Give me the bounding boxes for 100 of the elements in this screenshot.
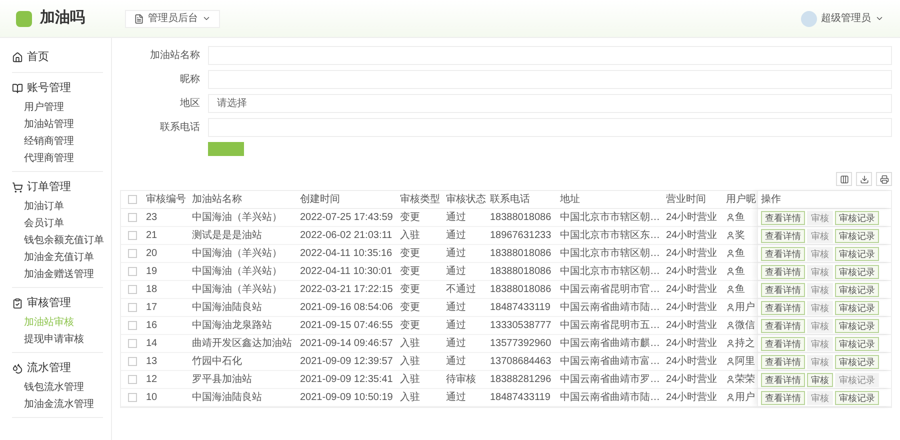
action-button[interactable]: 查看详情 <box>761 246 805 260</box>
action-button[interactable]: 审核记录 <box>835 354 879 368</box>
action-button[interactable]: 审核 <box>807 372 833 386</box>
print-button[interactable] <box>876 172 892 186</box>
table-cell-text: 变更 <box>400 246 420 261</box>
column-header: 操作 <box>757 191 891 208</box>
table-cell-text: 24小时营业 <box>666 336 718 351</box>
table-cell-text: 罗平县加油站 <box>192 372 252 387</box>
column-header: 审核编号 <box>145 192 187 207</box>
search-button[interactable] <box>208 142 244 156</box>
sidebar-item[interactable]: 加油订单 <box>24 198 64 215</box>
table-cell-text: 荣荣 <box>735 372 755 387</box>
checkbox[interactable] <box>128 303 136 312</box>
download-icon <box>860 174 868 184</box>
table-cell-text: 中国云南省曲靖市麒… <box>560 336 660 351</box>
table-cell-text: 18487433119 <box>490 391 550 405</box>
sidebar-item[interactable]: 经销商管理 <box>24 133 74 150</box>
checkbox[interactable] <box>128 285 136 294</box>
table-cell-text: 中国云南省曲靖市陆… <box>560 300 660 315</box>
sidebar-section[interactable]: 订单管理 <box>12 176 103 198</box>
checkbox[interactable] <box>128 393 136 402</box>
action-button[interactable]: 查看详情 <box>761 282 805 296</box>
checkbox[interactable] <box>128 321 136 330</box>
action-button[interactable]: 审核记录 <box>835 336 879 350</box>
sidebar-item[interactable]: 加油金充值订单 <box>24 249 94 266</box>
caret-icon[interactable] <box>875 14 884 23</box>
action-button[interactable]: 审核记录 <box>835 318 879 332</box>
action-button[interactable]: 查看详情 <box>761 336 805 350</box>
sidebar-item[interactable]: 钱包余额充值订单 <box>24 232 104 249</box>
table-cell-text: 2022-06-02 21:03:11 <box>300 229 392 243</box>
table-cell-text: 通过 <box>446 336 466 351</box>
table-cell-text: 18388018086 <box>490 265 552 279</box>
checkbox[interactable] <box>128 375 136 384</box>
table-cell-text: 2022-04-11 10:30:01 <box>300 265 392 279</box>
user-icon <box>726 357 735 366</box>
sidebar-section[interactable]: 首页 <box>12 46 103 68</box>
sidebar-section[interactable]: 审核管理 <box>12 292 103 314</box>
table-cell-text: 2022-03-21 17:22:15 <box>300 283 393 297</box>
action-button[interactable]: 查看详情 <box>761 390 805 404</box>
checkbox[interactable] <box>128 249 136 258</box>
checkbox[interactable] <box>128 195 136 204</box>
table-cell-text: 竹园中石化 <box>192 354 242 369</box>
sidebar-item[interactable]: 会员订单 <box>24 215 64 232</box>
action-button[interactable]: 查看详情 <box>761 228 805 242</box>
sidebar-item[interactable]: 用户管理 <box>24 99 64 116</box>
table-cell-text: 2021-09-15 07:46:55 <box>300 319 393 333</box>
action-button[interactable]: 查看详情 <box>761 354 805 368</box>
table-cell-text: 18388018086 <box>490 247 552 261</box>
action-button[interactable]: 审核记录 <box>835 264 879 278</box>
action-button[interactable]: 审核记录 <box>835 228 879 242</box>
sidebar-item[interactable]: 加油金赠送管理 <box>24 266 94 283</box>
table-cell-text: 16 <box>146 319 158 333</box>
user-icon <box>726 285 735 294</box>
table-cell-text: 中国云南省曲靖市罗… <box>560 372 660 387</box>
table-cell-text: 通过 <box>446 318 466 333</box>
checkbox[interactable] <box>128 231 136 240</box>
table-cell-text: 13708684463 <box>490 355 552 369</box>
table-cell-text: 用户 <box>735 300 755 315</box>
sidebar-section[interactable]: 账号管理 <box>12 77 103 99</box>
table-cell-text: 10 <box>146 391 158 405</box>
user-name[interactable]: 超级管理员 <box>821 11 871 26</box>
table-cell-text: 24小时营业 <box>666 246 718 261</box>
input-field[interactable]: 请选择 <box>208 94 892 113</box>
column-header: 创建时间 <box>299 192 341 207</box>
action-button[interactable]: 审核记录 <box>835 282 879 296</box>
checkbox[interactable] <box>128 267 136 276</box>
sidebar-item[interactable]: 代理商管理 <box>24 150 74 167</box>
table-cell-text: 中国云南省昆明市五… <box>560 318 660 333</box>
action-button[interactable]: 审核记录 <box>835 246 879 260</box>
column-header: 加油站名称 <box>191 192 243 207</box>
table-cell-text: 2021-09-16 08:54:06 <box>300 301 393 315</box>
table-cell-text: 18388018086 <box>490 211 552 225</box>
action-button[interactable]: 审核记录 <box>835 390 879 404</box>
table-cell-text: 不通过 <box>446 282 476 297</box>
table-cell-text: 奖 <box>735 229 745 243</box>
sidebar-section[interactable]: 流水管理 <box>12 357 103 379</box>
table-cell-text: 18 <box>146 283 158 297</box>
checkbox[interactable] <box>128 357 136 366</box>
checkbox[interactable] <box>128 213 136 222</box>
export-button[interactable] <box>856 172 872 186</box>
table-cell-text: 中国北京市市辖区东… <box>560 228 660 243</box>
action-button[interactable]: 查看详情 <box>761 372 805 386</box>
table-cell-text: 入驻 <box>400 354 420 369</box>
action-button[interactable]: 审核记录 <box>835 210 879 224</box>
action-button[interactable]: 查看详情 <box>761 318 805 332</box>
checkbox[interactable] <box>128 339 136 348</box>
field-label: 联系电话 <box>159 120 200 135</box>
action-button[interactable]: 查看详情 <box>761 210 805 224</box>
sidebar-item[interactable]: 加油站管理 <box>24 116 74 133</box>
role-switch[interactable]: 管理员后台 <box>125 10 220 28</box>
columns-button[interactable] <box>836 172 852 186</box>
sidebar-item[interactable]: 提现申请审核 <box>24 331 84 348</box>
table-cell-text: 通过 <box>446 246 466 261</box>
sidebar-item[interactable]: 钱包流水管理 <box>24 379 84 396</box>
table-cell-text: 14 <box>146 337 158 351</box>
field-label: 昵称 <box>179 73 200 87</box>
action-button[interactable]: 查看详情 <box>761 300 805 314</box>
action-button[interactable]: 审核记录 <box>835 300 879 314</box>
sidebar-item[interactable]: 加油金流水管理 <box>24 396 94 413</box>
action-button[interactable]: 查看详情 <box>761 264 805 278</box>
